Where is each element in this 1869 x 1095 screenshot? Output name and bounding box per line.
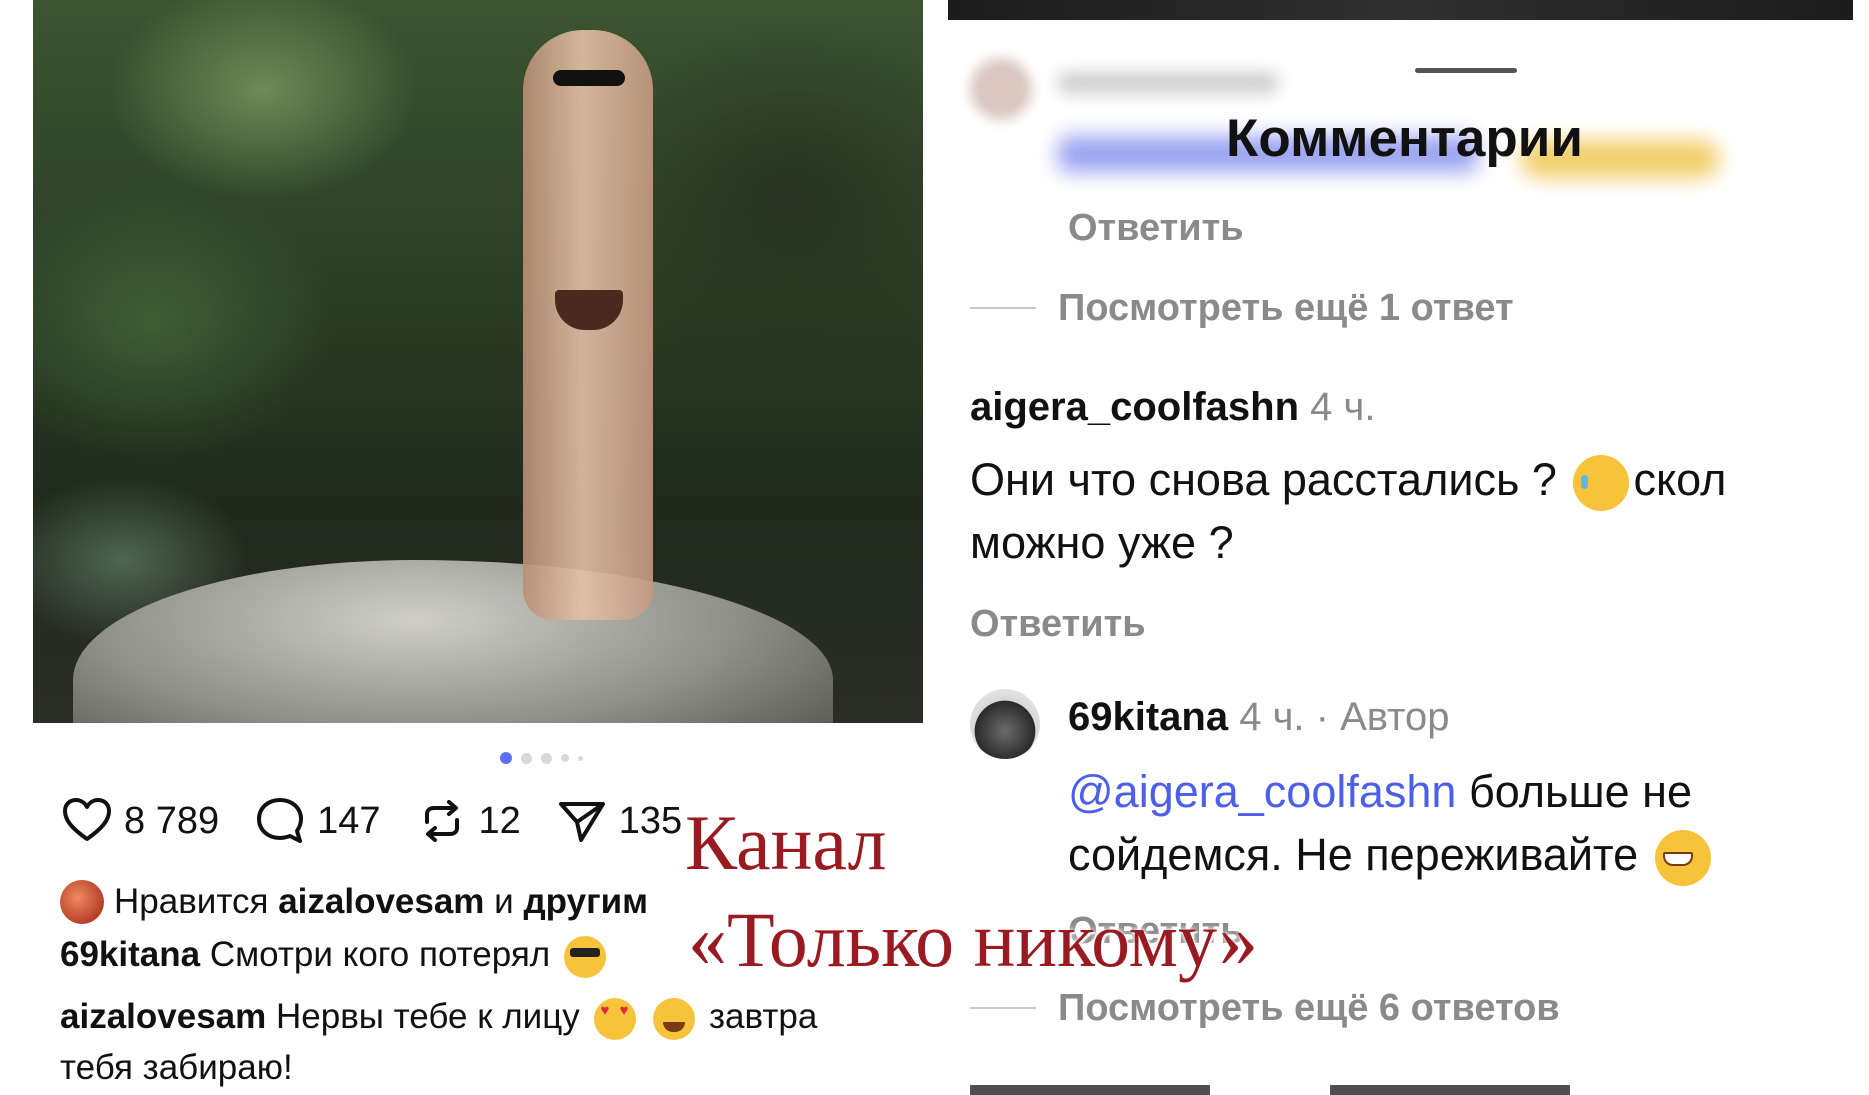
view-more-replies-label: Посмотреть ещё 1 ответ — [1058, 286, 1514, 329]
liked-by-line[interactable]: Нравится aizalovesam и другим — [60, 880, 648, 924]
reply-button[interactable]: Ответить — [1068, 207, 1244, 250]
comment-time: 4 ч. — [1239, 695, 1305, 739]
top-comment: aizalovesam Нервы тебе к лицу завтра — [60, 997, 817, 1040]
view-more-replies-button[interactable]: Посмотреть ещё 6 ответов — [970, 985, 1560, 1031]
view-more-replies-button[interactable]: Посмотреть ещё 1 ответ — [970, 285, 1514, 331]
comment-line: можно уже ? — [970, 517, 1234, 569]
post-action-bar: 8 789 147 12 135 — [60, 793, 716, 849]
carousel-dot-active — [500, 752, 512, 764]
next-comment-cut-off — [970, 1085, 1570, 1095]
watermark-line-2: «Только никому» — [688, 896, 1258, 983]
photo-rock — [73, 560, 833, 723]
heart-eyes-emoji-icon — [593, 997, 636, 1040]
crying-emoji-icon — [1573, 455, 1630, 512]
liked-by-others[interactable]: другим — [523, 882, 648, 922]
previous-image-strip — [948, 0, 1853, 20]
comment-text: Они что снова расстались ? скол можно уж… — [970, 448, 1726, 574]
tears-of-joy-emoji-icon — [653, 997, 696, 1040]
comment-mention[interactable]: @aigera_coolfashn — [1068, 766, 1456, 817]
reply-button[interactable]: Ответить — [970, 603, 1146, 646]
photo-sunglasses — [553, 70, 625, 86]
liked-by-user[interactable]: aizalovesam — [278, 882, 484, 922]
share-count: 135 — [618, 799, 683, 842]
avatar — [60, 880, 104, 924]
sheet-drag-handle[interactable] — [1415, 68, 1517, 73]
blurred-username — [1058, 72, 1278, 94]
top-comment-continued: тебя забираю! — [60, 1048, 293, 1088]
divider — [970, 307, 1036, 309]
comment-header: aigera_coolfashn 4 ч. — [970, 385, 1375, 430]
top-comment-text-after: завтра — [708, 997, 818, 1036]
send-icon — [558, 802, 605, 842]
comment-username[interactable]: aigera_coolfashn — [970, 385, 1299, 429]
repost-icon — [424, 800, 459, 842]
comment-bubble-icon — [257, 798, 304, 843]
comment-line: Они что снова расстались ? — [970, 454, 1557, 505]
comment-button[interactable]: 147 — [253, 794, 381, 848]
repost-count: 12 — [478, 799, 521, 842]
share-button[interactable]: 135 — [555, 794, 682, 848]
avatar[interactable] — [970, 689, 1040, 759]
meta-separator: · — [1315, 695, 1329, 739]
top-comment-line2: тебя забираю! — [60, 1048, 293, 1087]
comment-header: 69kitana 4 ч. · Автор — [1068, 695, 1450, 740]
carousel-dot — [521, 752, 532, 764]
view-more-replies-label: Посмотреть ещё 6 ответов — [1058, 986, 1560, 1029]
carousel-dot — [561, 754, 569, 762]
carousel-dot — [578, 755, 583, 761]
caption-text: Смотри кого потерял — [209, 935, 551, 974]
carousel-dot — [541, 752, 552, 764]
comment-count: 147 — [317, 799, 381, 842]
watermark-line-1: Канал — [685, 799, 887, 886]
top-comment-text: Нервы тебе к лицу — [275, 997, 580, 1036]
post-caption: 69kitana Смотри кого потерял — [60, 935, 610, 978]
comment-username[interactable]: 69kitana — [1068, 695, 1228, 739]
comment-line: сойдемся. Не переживайте — [1068, 829, 1639, 880]
divider — [970, 1007, 1036, 1009]
comment-line-cut: скол — [1633, 454, 1727, 505]
like-count: 8 789 — [124, 799, 220, 842]
sunglasses-emoji-icon — [563, 935, 606, 978]
top-comment-username[interactable]: aizalovesam — [60, 997, 266, 1036]
comment-time: 4 ч. — [1310, 385, 1376, 429]
repost-button[interactable]: 12 — [415, 794, 521, 848]
sheet-title: Комментарии — [1226, 109, 1583, 168]
grinning-emoji-icon — [1654, 830, 1711, 887]
caption-username[interactable]: 69kitana — [60, 935, 200, 974]
heart-icon — [63, 798, 111, 841]
liked-by-prefix: Нравится — [114, 882, 269, 921]
comment-text: @aigera_coolfashn больше не сойдемся. Не… — [1068, 760, 1715, 887]
carousel-indicator — [500, 752, 583, 764]
post-photo[interactable] — [33, 0, 923, 723]
like-button[interactable]: 8 789 — [60, 794, 219, 848]
comment-line: больше не — [1468, 766, 1692, 817]
author-badge: Автор — [1340, 695, 1450, 739]
liked-by-middle: и — [494, 882, 514, 921]
